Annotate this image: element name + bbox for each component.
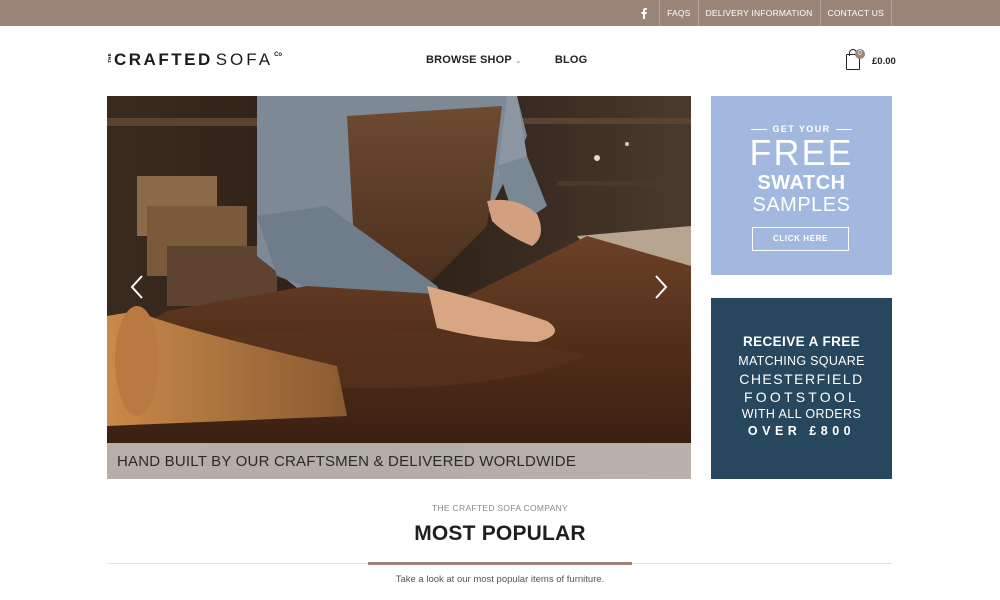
- logo-sofa: SOFA: [215, 50, 274, 69]
- section-subtitle: Take a look at our most popular items of…: [395, 574, 605, 585]
- slider-next-button[interactable]: [651, 272, 671, 302]
- divider-line: [751, 128, 768, 130]
- chevron-left-icon: [130, 275, 143, 299]
- swatch-free: FREE: [749, 132, 854, 173]
- faqs-link[interactable]: FAQS: [659, 0, 697, 26]
- logo-crafted: CRAFTED: [114, 50, 213, 69]
- free-swatch-promo[interactable]: GET YOUR FREE SWATCH SAMPLES CLICK HERE: [711, 96, 892, 275]
- footstool-line-1: RECEIVE A FREE: [742, 334, 861, 349]
- divider-line: [835, 128, 852, 130]
- contact-us-link[interactable]: CONTACT US: [819, 0, 892, 26]
- hero-image: [107, 96, 691, 479]
- footstool-line-3: CHESTERFIELD: [739, 371, 864, 387]
- footstool-line-2: MATCHING SQUARE: [738, 354, 865, 368]
- main-nav: BROWSE SHOP ⌄ BLOG: [426, 54, 587, 66]
- chevron-down-icon: ⌄: [514, 55, 522, 65]
- nav-browse-shop[interactable]: BROWSE SHOP ⌄: [426, 54, 522, 66]
- hero-caption-bar: HAND BUILT BY OUR CRAFTSMEN & DELIVERED …: [107, 443, 691, 479]
- logo-the: THE: [107, 53, 112, 63]
- shopping-bag-icon: 0: [846, 49, 865, 70]
- footstool-line-5: WITH ALL ORDERS: [741, 407, 862, 421]
- section-kicker: THE CRAFTED SOFA COMPANY: [432, 503, 568, 513]
- hero-slider: HAND BUILT BY OUR CRAFTSMEN & DELIVERED …: [107, 96, 691, 479]
- cart-total: £0.00: [872, 55, 896, 67]
- swatch-swatch: SWATCH: [757, 172, 846, 194]
- free-footstool-promo[interactable]: RECEIVE A FREE MATCHING SQUARE CHESTERFI…: [711, 298, 892, 479]
- section-divider-accent: [368, 562, 632, 565]
- logo-co: Co: [274, 52, 283, 58]
- top-bar: FAQS DELIVERY INFORMATION CONTACT US: [0, 0, 1000, 26]
- slider-prev-button[interactable]: [127, 272, 147, 302]
- chevron-right-icon: [655, 275, 668, 299]
- click-here-button[interactable]: CLICK HERE: [752, 227, 849, 251]
- swatch-samples: SAMPLES: [752, 194, 851, 216]
- nav-browse-shop-label: BROWSE SHOP: [426, 54, 512, 66]
- cart-count-badge: 0: [855, 49, 865, 59]
- nav-blog-label: BLOG: [554, 54, 588, 66]
- hero-caption: HAND BUILT BY OUR CRAFTSMEN & DELIVERED …: [117, 452, 577, 470]
- cart-button[interactable]: 0 £0.00: [846, 49, 896, 70]
- footstool-line-4: FOOTSTOOL: [744, 389, 859, 405]
- section-title: MOST POPULAR: [414, 522, 586, 545]
- footstool-line-6: OVER £800: [747, 424, 856, 438]
- delivery-information-link[interactable]: DELIVERY INFORMATION: [697, 0, 820, 26]
- facebook-icon[interactable]: [629, 0, 659, 26]
- nav-blog[interactable]: BLOG: [555, 54, 588, 66]
- site-header: THE CRAFTED SOFA Co BROWSE SHOP ⌄ BLOG 0…: [0, 26, 1000, 96]
- site-logo[interactable]: THE CRAFTED SOFA Co: [107, 51, 282, 69]
